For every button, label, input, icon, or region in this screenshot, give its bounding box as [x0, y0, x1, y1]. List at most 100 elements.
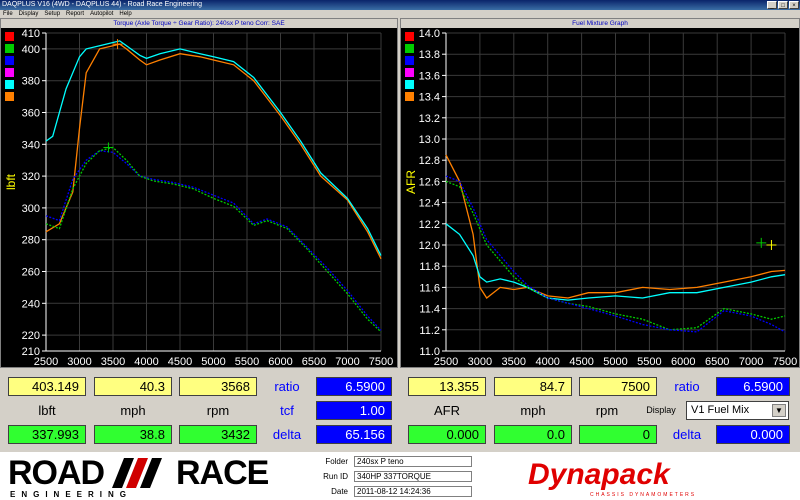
footer-branding: ROAD RACE ENGINEERING Folder 240sx P ten… [0, 452, 800, 500]
y-tick-label: 260 [22, 267, 40, 279]
mph-label: mph [120, 403, 146, 418]
x-tick-label: 3500 [101, 356, 125, 368]
y-tick-label: 240 [22, 298, 40, 310]
x-tick-label: 7000 [335, 356, 359, 368]
fuel-mixture-graph-panel[interactable]: Fuel Mixture Graph 2500 3000 3500 4000 4500 5… [400, 18, 800, 368]
x-tick-label: 3000 [67, 356, 91, 368]
rpm-value-cursor1-right: 7500 [579, 377, 657, 396]
rpm-label: rpm [206, 403, 230, 418]
menu-bar: File Display Setup Report Autopilot Help [0, 10, 800, 18]
runid-label: Run ID [323, 472, 348, 481]
logo-sub-text: ENGINEERING [10, 490, 133, 499]
x-tick-label: 4000 [535, 356, 559, 368]
x-tick-label: 7000 [739, 356, 763, 368]
logo-race-text: RACE [176, 454, 269, 492]
series-swatch-magenta[interactable] [405, 68, 414, 77]
runid-value: 340HP 337TORQUE [354, 471, 472, 482]
y-tick-label: 11.2 [419, 325, 440, 337]
y-tick-label: 12.4 [419, 198, 440, 210]
delta-label: delta [272, 427, 302, 442]
mph-value-cursor1: 40.3 [94, 377, 172, 396]
window-title: DAQPLUS V16 (4WD - DAQPLUS 44) - Road Ra… [2, 1, 202, 8]
series-swatch-green[interactable] [5, 44, 14, 53]
x-tick-label: 5000 [603, 356, 627, 368]
logo-road-text: ROAD [8, 454, 105, 492]
ratio-value: 6.5900 [316, 377, 392, 396]
ratio-label: ratio [274, 379, 300, 394]
lbft-label: lbft [38, 403, 56, 418]
mph-value-cursor2: 38.8 [94, 425, 172, 444]
dynapack-tagline: CHASSIS DYNAMOMETERS [590, 492, 697, 498]
close-button[interactable]: × [789, 1, 799, 9]
x-tick-label: 5500 [637, 356, 661, 368]
folder-value: 240sx P teno [354, 456, 472, 467]
window-titlebar: DAQPLUS V16 (4WD - DAQPLUS 44) - Road Ra… [0, 0, 800, 10]
series-swatch-magenta[interactable] [5, 68, 14, 77]
afr-value-cursor1: 13.355 [408, 377, 486, 396]
maximize-button[interactable]: □ [778, 1, 788, 9]
torque-graph-panel[interactable]: Torque (Axle Torque ÷ Gear Ratio): 240sx… [0, 18, 398, 368]
display-select[interactable]: V1 Fuel Mix ▼ [686, 401, 789, 420]
dyno-app-window: DAQPLUS V16 (4WD - DAQPLUS 44) - Road Ra… [0, 0, 800, 500]
fuel-mixture-chart[interactable]: 2500 3000 3500 4000 4500 5000 5500 6000 6500 7000… [401, 19, 800, 369]
mph-value-cursor2-right: 0.0 [494, 425, 572, 444]
series-swatch-red[interactable] [5, 32, 14, 41]
display-select-value: V1 Fuel Mix [691, 404, 750, 416]
cursor-marker-icon[interactable] [766, 240, 777, 250]
menu-setup[interactable]: Setup [44, 10, 60, 18]
y-tick-label: 11.6 [419, 282, 440, 294]
y-tick-label: 320 [22, 171, 40, 183]
delta-value: 65.156 [316, 425, 392, 444]
series-swatch-red[interactable] [405, 32, 414, 41]
y-tick-label: 12.0 [419, 240, 440, 252]
torque-chart[interactable]: 2500 3000 3500 4000 4500 5000 5500 6000 6500 7000… [1, 19, 399, 369]
x-tick-label: 4000 [134, 356, 158, 368]
readouts-panel: 403.149 40.3 3568 ratio 6.5900 lbft mph … [0, 370, 800, 452]
y-axis-label: AFR [404, 170, 418, 194]
ratio-value-right: 6.5900 [716, 377, 790, 396]
menu-file[interactable]: File [3, 10, 13, 18]
y-tick-label: 12.6 [419, 176, 440, 188]
series-swatch-cyan[interactable] [5, 80, 14, 89]
y-tick-label: 12.8 [419, 155, 440, 167]
torque-value-cursor2: 337.993 [8, 425, 86, 444]
date-value: 2011-08-12 14:24:36 [354, 486, 472, 497]
y-tick-label: 280 [22, 235, 40, 247]
rpm-value-cursor1: 3568 [179, 377, 257, 396]
y-tick-label: 11.8 [419, 261, 440, 273]
series-swatch-blue[interactable] [405, 56, 414, 65]
folder-label: Folder [325, 457, 348, 466]
x-tick-label: 6000 [671, 356, 695, 368]
series-swatch-blue[interactable] [5, 56, 14, 65]
menu-help[interactable]: Help [119, 10, 131, 18]
x-tick-label: 7500 [369, 356, 393, 368]
series-swatch-green[interactable] [405, 44, 414, 53]
rpm-label-right: rpm [595, 403, 619, 418]
minimize-button[interactable]: _ [767, 1, 777, 9]
x-tick-label: 7500 [773, 356, 797, 368]
mph-label-right: mph [520, 403, 546, 418]
afr-label: AFR [434, 403, 460, 418]
y-tick-label: 210 [22, 346, 40, 358]
chevron-down-icon[interactable]: ▼ [772, 404, 786, 417]
menu-display[interactable]: Display [19, 10, 39, 18]
series-swatch-orange[interactable] [405, 92, 414, 101]
x-tick-label: 5000 [201, 356, 225, 368]
y-tick-label: 13.8 [419, 49, 440, 61]
display-label: Display [646, 405, 676, 415]
x-tick-label: 6500 [302, 356, 326, 368]
y-tick-label: 400 [22, 44, 40, 56]
x-tick-label: 6000 [268, 356, 292, 368]
date-label: Date [331, 487, 348, 496]
menu-autopilot[interactable]: Autopilot [90, 10, 113, 18]
series-swatch-orange[interactable] [5, 92, 14, 101]
menu-report[interactable]: Report [66, 10, 84, 18]
x-tick-label: 4500 [168, 356, 192, 368]
y-tick-label: 220 [22, 330, 40, 342]
series-swatch-cyan[interactable] [405, 80, 414, 89]
afr-value-cursor2: 0.000 [408, 425, 486, 444]
cursor-marker-icon[interactable] [112, 39, 123, 50]
delta-label-right: delta [672, 427, 702, 442]
mph-value-cursor1-right: 84.7 [494, 377, 572, 396]
cursor-marker-icon[interactable] [756, 237, 767, 248]
